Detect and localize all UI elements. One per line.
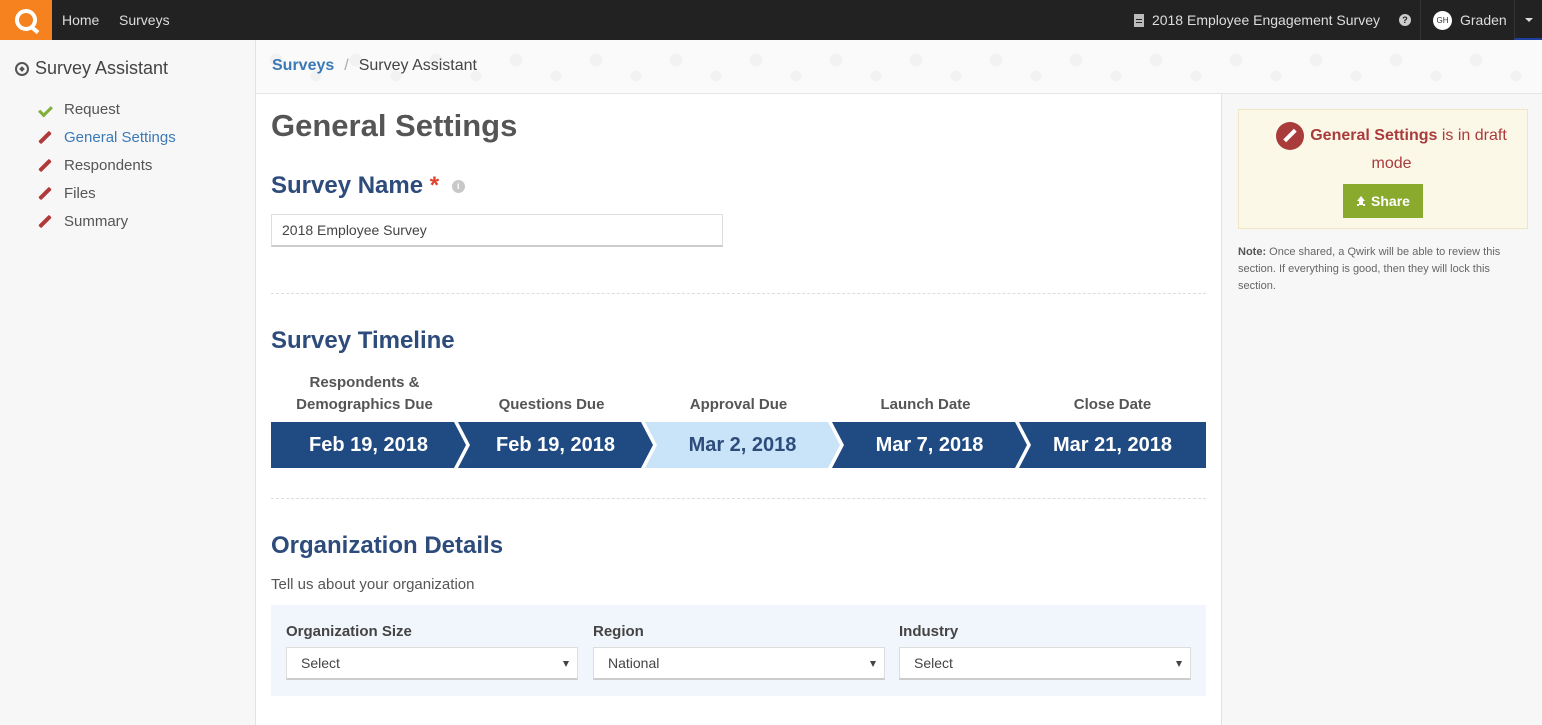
sidebar: Survey Assistant Request General Setting… [0, 40, 256, 725]
current-survey-title: 2018 Employee Engagement Survey [1151, 12, 1380, 28]
industry-label: Industry [899, 623, 959, 640]
note-text: Once shared, a Qwirk will be able to rev… [1238, 246, 1501, 292]
organization-details-heading: Organization Details [271, 532, 504, 559]
timeline-date: Mar 7, 2018 [875, 433, 984, 456]
top-navbar: Home Surveys 2018 Employee Engagement Su… [0, 0, 1542, 40]
share-note: Note: Once shared, a Qwirk will be able … [1238, 244, 1530, 295]
right-panel: General Settings is in draft mode Share … [1221, 94, 1542, 725]
breadcrumb-bar: Surveys / Survey Assistant [256, 40, 1542, 94]
timeline-step-respondents: Feb 19, 2018 [271, 422, 466, 468]
select-value: Select [914, 655, 953, 671]
check-icon [38, 105, 52, 115]
user-name: Graden [1460, 12, 1507, 28]
help-icon[interactable]: ? [1399, 14, 1411, 26]
breadcrumb-separator: / [344, 57, 349, 74]
timeline-label-launch: Launch Date [880, 396, 971, 413]
organization-fields-panel: Organization Size Select Region National… [271, 605, 1206, 696]
caret-down-icon [563, 661, 569, 667]
draft-status-text: General Settings is in draft mode [1269, 122, 1514, 178]
breadcrumb-surveys-link[interactable]: Surveys [272, 57, 334, 75]
info-icon[interactable]: i [451, 180, 465, 194]
sidebar-item-respondents[interactable]: Respondents [38, 152, 176, 180]
pencil-icon [38, 215, 52, 229]
main-content: General Settings Survey Name * i Survey … [256, 94, 1221, 725]
divider [271, 498, 1206, 499]
user-dropdown-toggle[interactable] [1514, 0, 1542, 40]
document-icon [1133, 13, 1144, 27]
pencil-icon [38, 187, 52, 201]
draft-section-name: General Settings [1310, 127, 1438, 145]
sidebar-steps: Request General Settings Respondents Fil… [38, 96, 176, 236]
region-select[interactable]: National [593, 647, 885, 680]
sidebar-item-label: Summary [64, 213, 129, 230]
timeline-label-approval: Approval Due [689, 396, 788, 413]
divider [271, 293, 1206, 294]
breadcrumb: Surveys / Survey Assistant [272, 57, 477, 75]
current-survey-link[interactable]: 2018 Employee Engagement Survey [1133, 0, 1380, 40]
select-value: Select [301, 655, 340, 671]
timeline-label-close: Close Date [1073, 396, 1152, 413]
share-button[interactable]: Share [1343, 184, 1423, 218]
timeline-step-questions: Feb 19, 2018 [458, 422, 653, 468]
survey-timeline: Feb 19, 2018 Feb 19, 2018 Mar 2, 2018 Ma… [271, 422, 1206, 468]
timeline-date: Feb 19, 2018 [496, 433, 615, 456]
sidebar-item-label: Request [64, 101, 120, 118]
note-label: Note: [1238, 246, 1267, 258]
sidebar-item-general-settings[interactable]: General Settings [38, 124, 176, 152]
organization-details-subtitle: Tell us about your organization [271, 576, 475, 593]
share-button-label: Share [1371, 193, 1410, 209]
survey-name-input[interactable] [271, 214, 723, 247]
draft-status-box: General Settings is in draft mode Share [1238, 109, 1528, 229]
sidebar-item-summary[interactable]: Summary [38, 208, 176, 236]
survey-timeline-heading: Survey Timeline [271, 327, 455, 354]
survey-name-heading-text: Survey Name [271, 172, 424, 199]
timeline-date: Feb 19, 2018 [309, 433, 428, 456]
logo-icon [15, 9, 37, 31]
breadcrumb-current: Survey Assistant [358, 57, 477, 74]
timeline-label-respondents: Respondents & Demographics Due [296, 374, 433, 413]
caret-down-icon [1176, 661, 1182, 667]
sidebar-item-label: Respondents [64, 157, 153, 174]
timeline-step-launch: Mar 7, 2018 [832, 422, 1027, 468]
sidebar-item-label: General Settings [64, 129, 176, 146]
app-logo[interactable] [0, 0, 52, 40]
pencil-icon [1276, 122, 1305, 150]
timeline-date: Mar 2, 2018 [688, 433, 797, 456]
upload-icon [1356, 195, 1366, 207]
timeline-label-questions: Questions Due [498, 396, 605, 413]
select-value: National [608, 655, 660, 671]
region-label: Region [593, 623, 644, 640]
page-title: General Settings [271, 108, 518, 143]
required-mark: * [429, 172, 440, 199]
organization-size-label: Organization Size [286, 623, 412, 640]
compass-icon [15, 61, 29, 76]
organization-size-select[interactable]: Select [286, 647, 578, 680]
sidebar-item-files[interactable]: Files [38, 180, 176, 208]
survey-name-heading: Survey Name * i [271, 172, 465, 200]
pencil-icon [38, 131, 52, 145]
nav-home-link[interactable]: Home [62, 0, 99, 40]
sidebar-title-text: Survey Assistant [35, 58, 169, 78]
industry-select[interactable]: Select [899, 647, 1191, 680]
pencil-icon [38, 159, 52, 173]
sidebar-title: Survey Assistant [15, 58, 168, 79]
sidebar-item-label: Files [64, 185, 96, 202]
timeline-step-close: Mar 21, 2018 [1019, 422, 1206, 468]
timeline-step-approval: Mar 2, 2018 [645, 422, 840, 468]
user-menu[interactable]: GH Graden [1420, 0, 1514, 40]
sidebar-item-request[interactable]: Request [38, 96, 176, 124]
nav-surveys-link[interactable]: Surveys [119, 0, 170, 40]
avatar: GH [1433, 10, 1452, 30]
timeline-date: Mar 21, 2018 [1053, 433, 1172, 456]
caret-down-icon [870, 661, 876, 667]
